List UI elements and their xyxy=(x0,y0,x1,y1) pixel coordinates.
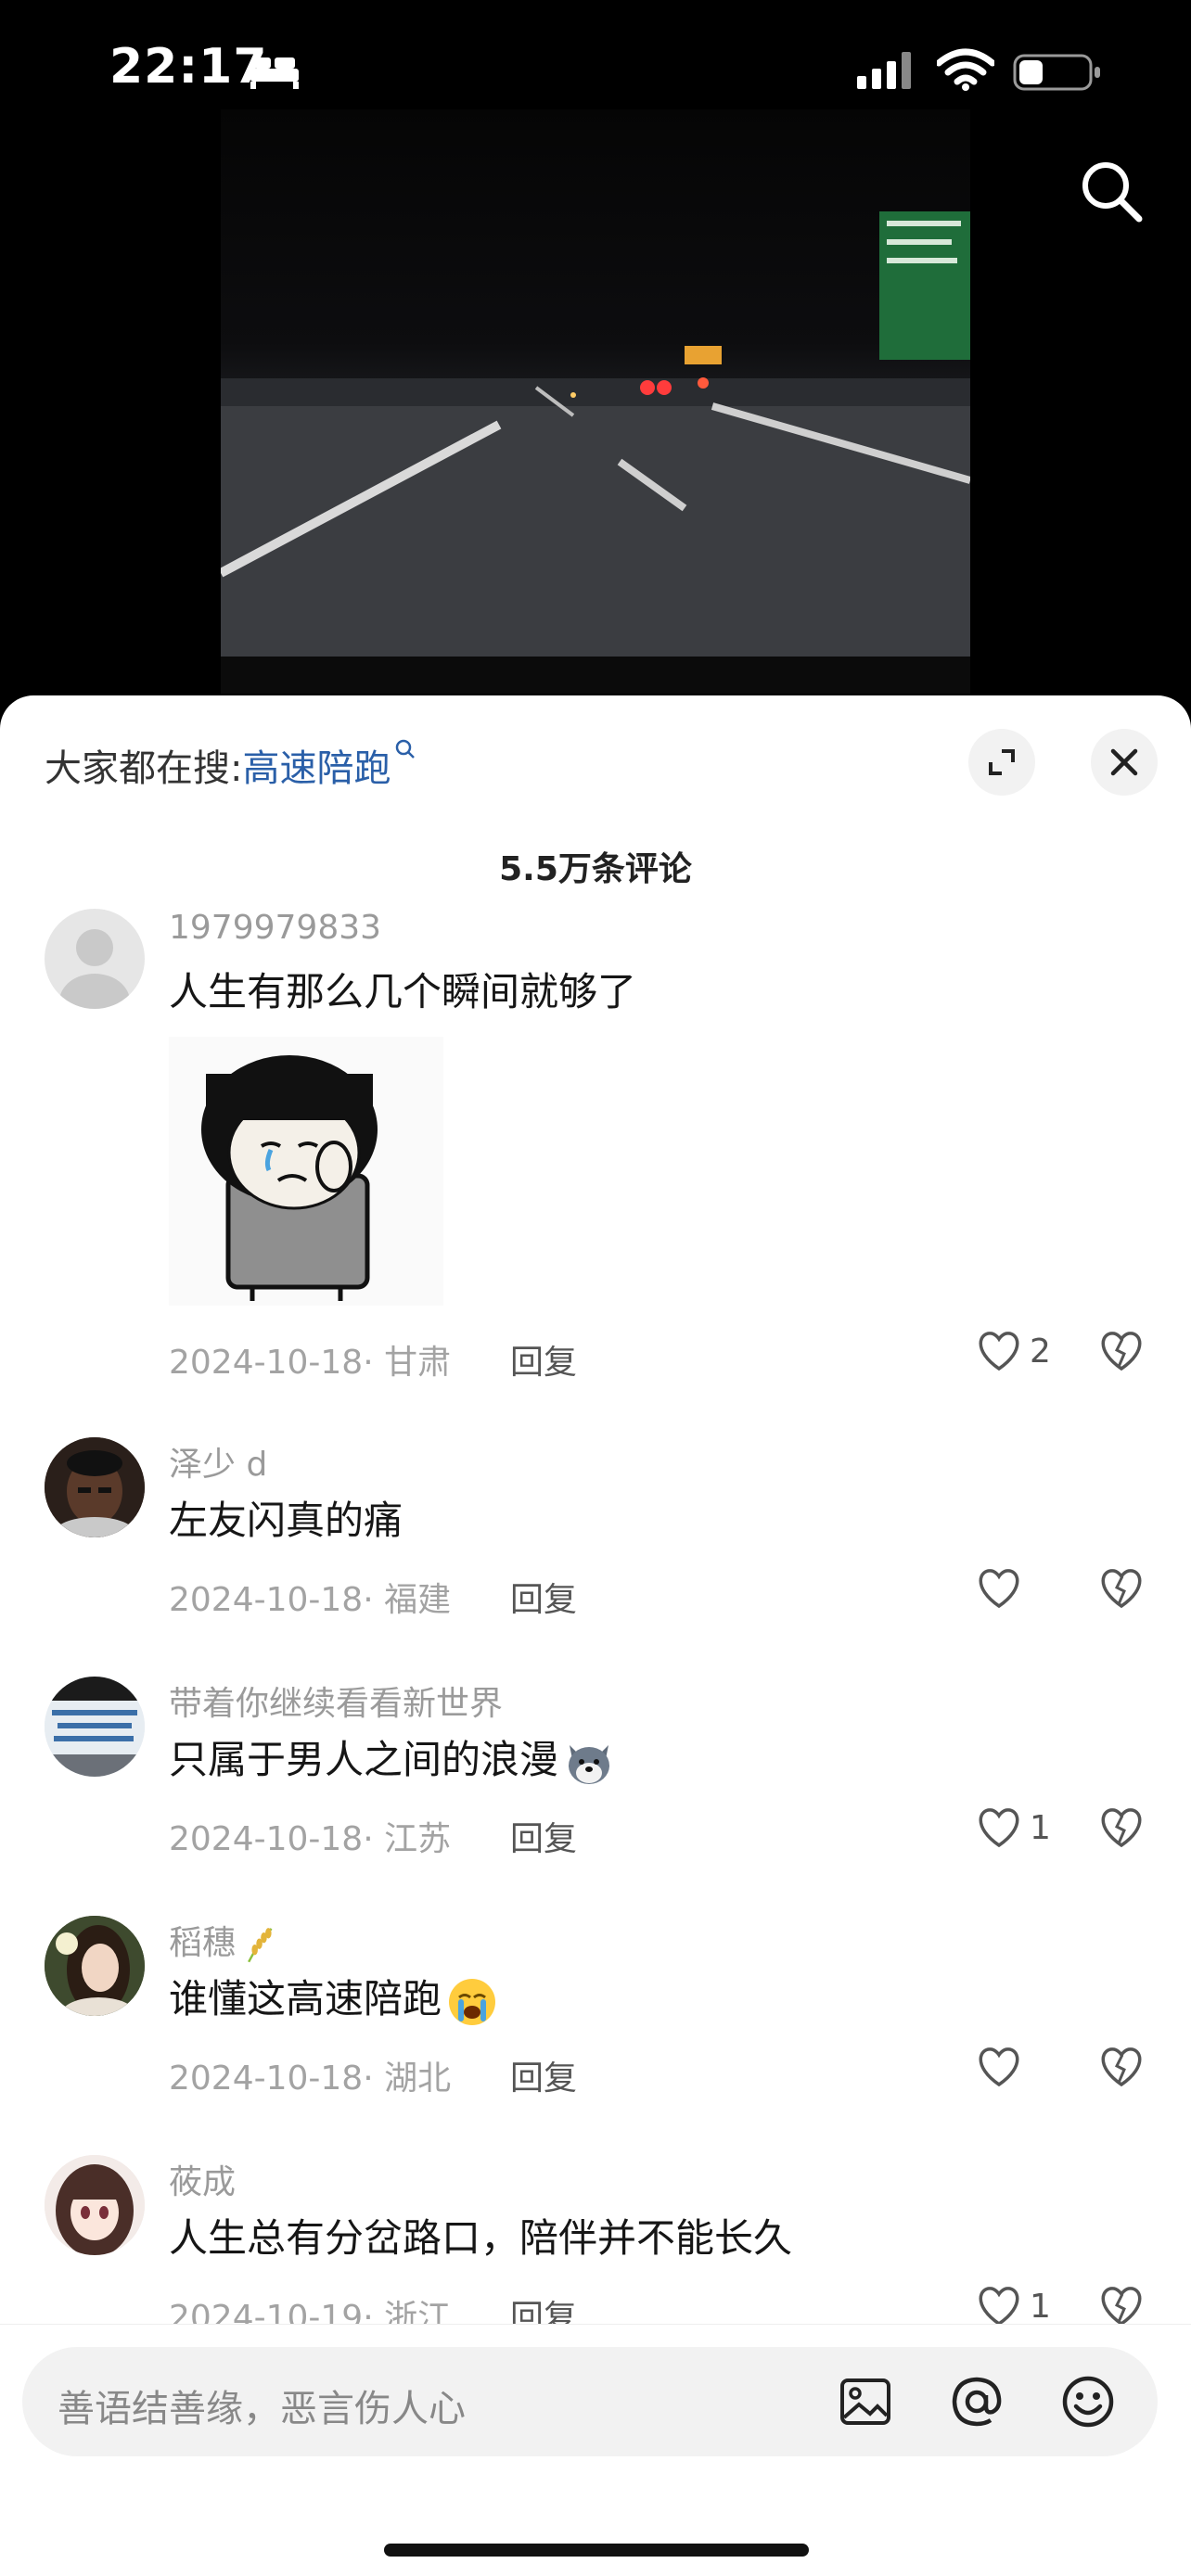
avatar-photo xyxy=(45,1437,145,1537)
status-time: 22:17 xyxy=(109,39,268,95)
comment-count: 5.5万条评论 xyxy=(499,850,692,888)
comment-location: · 甘肃 xyxy=(363,1344,452,1382)
comment-username[interactable]: 1979979833 xyxy=(169,909,381,947)
avatar[interactable] xyxy=(45,909,145,1009)
hot-search-prefix: 大家都在搜: xyxy=(45,747,243,790)
avatar[interactable] xyxy=(45,1677,145,1777)
comment-text-body: 只属于男人之间的浪漫 xyxy=(169,1737,559,1782)
heart-icon xyxy=(979,2047,1019,2087)
comment-username[interactable]: 泽少 d xyxy=(169,1437,267,1486)
comment-item: 带着你继续看看新世界 只属于男人之间的浪漫 2024-10-18· 江苏 回复 xyxy=(0,1677,1191,1881)
comment-username-text: 稻穗 xyxy=(169,1924,237,1962)
like-count: 1 xyxy=(1030,2287,1051,2326)
comment-text-body: 谁懂这高速陪跑 xyxy=(169,1976,442,2021)
like-button[interactable]: 2 xyxy=(976,1330,1052,1372)
heart-icon xyxy=(979,2287,1019,2327)
bed-icon xyxy=(250,57,299,89)
comment-text: 人生有那么几个瞬间就够了 xyxy=(169,969,637,1014)
comment-meta: 2024-10-18· 甘肃 xyxy=(169,1335,451,1384)
comment-meta: 2024-10-18· 福建 xyxy=(169,1573,451,1621)
comment-input-bar: 善语结善缘，恶言伤人心 xyxy=(0,2324,1191,2576)
like-button[interactable] xyxy=(976,2046,1052,2088)
comment-item: 稻穗 谁懂这高速陪跑 2024-10-18· 湖北 回复 xyxy=(0,1916,1191,2120)
reply-button[interactable]: 回复 xyxy=(510,2051,577,2099)
heart-icon xyxy=(979,1808,1019,1848)
avatar-photo xyxy=(45,1677,145,1777)
crying-sticker-image xyxy=(201,1055,378,1301)
avatar[interactable] xyxy=(45,2155,145,2255)
wolf-emoji-icon xyxy=(569,1744,610,1784)
image-icon[interactable] xyxy=(837,2373,894,2430)
wifi-icon xyxy=(937,48,994,91)
comment-item: 1979979833 人生有那么几个瞬间就够了 2024-10-18· 甘肃 回… xyxy=(0,909,1191,1391)
hot-search-keyword[interactable]: 高速陪跑 xyxy=(242,747,391,790)
expand-icon xyxy=(989,749,1015,775)
like-count: 2 xyxy=(1030,1332,1051,1371)
rice-ear-emoji-icon xyxy=(248,1928,273,1963)
comment-date: 2024-10-18 xyxy=(169,1344,364,1382)
battery-icon xyxy=(1013,54,1100,91)
heart-icon xyxy=(979,1569,1019,1609)
input-placeholder: 善语结善缘，恶言伤人心 xyxy=(58,2388,466,2430)
heart-icon xyxy=(979,1332,1019,1371)
close-button[interactable] xyxy=(1091,729,1158,796)
comment-text: 谁懂这高速陪跑 xyxy=(169,1968,497,2027)
avatar[interactable] xyxy=(45,1916,145,2016)
comment-text: 人生总有分岔路口，陪伴并不能长久 xyxy=(169,2215,793,2261)
like-button[interactable]: 1 xyxy=(976,2285,1052,2327)
comment-sheet: 大家都在搜:高速陪跑 5.5万条评论 1979979833 人生有那么几个瞬间就… xyxy=(0,695,1191,2576)
expand-button[interactable] xyxy=(968,729,1035,796)
default-avatar-icon xyxy=(59,929,130,1009)
at-icon[interactable] xyxy=(948,2373,1005,2430)
reply-button[interactable]: 回复 xyxy=(510,1573,577,1621)
like-button[interactable]: 1 xyxy=(976,1806,1052,1849)
emoji-icon[interactable] xyxy=(1059,2373,1117,2430)
comment-item: 泽少 d 左友闪真的痛 2024-10-18· 福建 回复 xyxy=(0,1437,1191,1641)
close-icon xyxy=(1110,748,1138,776)
comment-username[interactable]: 莜成 xyxy=(169,2155,236,2203)
comment-username[interactable]: 稻穗 xyxy=(169,1916,282,1965)
status-bar: 22:17 xyxy=(0,0,1191,148)
comment-date: 2024-10-18 xyxy=(169,2060,364,2098)
highway-night-scene xyxy=(221,211,970,694)
crying-sticker[interactable] xyxy=(169,1037,443,1306)
home-indicator[interactable] xyxy=(384,2544,809,2557)
like-count: 1 xyxy=(1030,1808,1051,1847)
comment-location: · 江苏 xyxy=(363,1820,452,1858)
comment-location: · 湖北 xyxy=(363,2060,452,2098)
comment-username[interactable]: 带着你继续看看新世界 xyxy=(169,1677,503,1725)
comment-input[interactable]: 善语结善缘，恶言伤人心 xyxy=(22,2347,1158,2456)
avatar[interactable] xyxy=(45,1437,145,1537)
reply-button[interactable]: 回复 xyxy=(510,1812,577,1860)
comment-meta: 2024-10-18· 江苏 xyxy=(169,1812,451,1860)
broken-heart-icon[interactable] xyxy=(1098,2046,1145,2088)
comment-meta: 2024-10-18· 湖北 xyxy=(169,2051,451,2099)
broken-heart-icon[interactable] xyxy=(1098,2285,1145,2327)
comment-location: · 福建 xyxy=(363,1581,452,1619)
search-icon[interactable] xyxy=(1076,156,1146,226)
comment-date: 2024-10-18 xyxy=(169,1581,364,1619)
signal-icon xyxy=(857,52,911,89)
broken-heart-icon[interactable] xyxy=(1098,1330,1145,1372)
reply-button[interactable]: 回复 xyxy=(510,1335,577,1384)
broken-heart-icon[interactable] xyxy=(1098,1806,1145,1849)
avatar-anime-girl xyxy=(45,2155,145,2255)
comment-text: 左友闪真的痛 xyxy=(169,1498,403,1543)
comment-date: 2024-10-18 xyxy=(169,1820,364,1858)
like-button[interactable] xyxy=(976,1567,1052,1610)
broken-heart-icon[interactable] xyxy=(1098,1567,1145,1610)
avatar-photo xyxy=(45,1916,145,2016)
hot-search[interactable]: 大家都在搜:高速陪跑 xyxy=(45,738,416,792)
search-icon xyxy=(396,739,416,759)
comment-text: 只属于男人之间的浪漫 xyxy=(169,1728,614,1788)
crying-emoji-icon xyxy=(449,1978,496,2025)
video-frame[interactable] xyxy=(221,109,970,694)
